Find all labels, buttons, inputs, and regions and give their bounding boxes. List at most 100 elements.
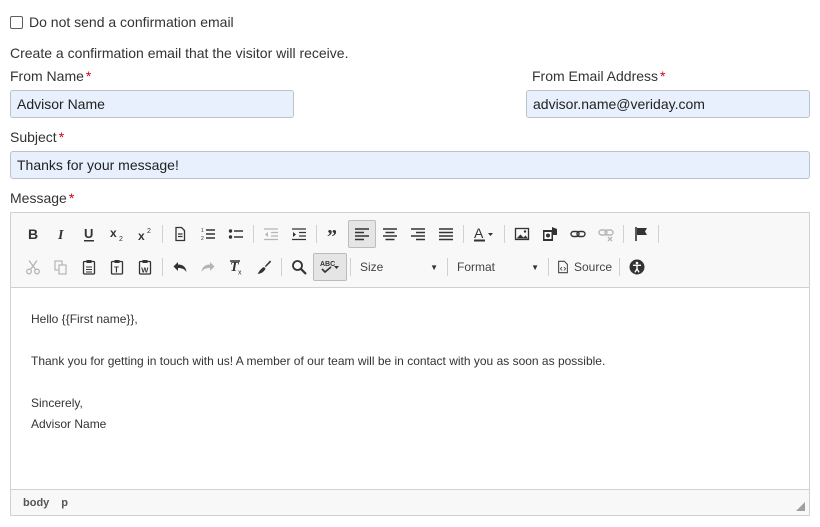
subject-input[interactable]: Thanks for your message! [10,151,810,179]
bold-button[interactable]: B [19,220,47,248]
indent-icon [292,228,306,241]
align-right-button[interactable] [404,220,432,248]
superscript-button[interactable]: x2 [131,220,159,248]
underline-button[interactable]: U [75,220,103,248]
copy-icon [54,260,67,275]
redo-button[interactable] [194,253,222,281]
editor-content[interactable]: Hello {{First name}}, Thank you for gett… [31,309,791,435]
no-confirmation-label[interactable]: Do not send a confirmation email [29,14,234,30]
paste-word-button[interactable]: W [131,253,159,281]
find-button[interactable] [285,253,313,281]
from-name-label-text: From Name [10,68,84,84]
message-label: Message * [10,190,74,206]
required-mark: * [660,68,666,84]
no-confirmation-checkbox-row[interactable]: Do not send a confirmation email [10,13,234,31]
align-left-button[interactable] [348,220,376,248]
remove-format-icon: Tx [230,260,242,276]
subscript-button[interactable]: x2 [103,220,131,248]
required-mark: * [85,68,92,84]
undo-button[interactable] [166,253,194,281]
subscript-icon: x2 [110,226,123,242]
document-icon [175,226,186,242]
source-button[interactable]: Source [552,255,616,279]
align-center-button[interactable] [376,220,404,248]
svg-text:1: 1 [201,228,204,234]
cut-button[interactable] [19,253,47,281]
from-name-input[interactable]: Advisor Name [10,90,294,118]
toolbar-row-1: B I U x2 x2 12 ” A [19,220,662,248]
element-path-body[interactable]: body [23,497,49,509]
size-dropdown[interactable]: Size ▼ [354,255,444,279]
outdent-icon [264,228,278,241]
paste-button[interactable] [75,253,103,281]
remove-format-button[interactable]: Tx [222,253,250,281]
paragraph-button[interactable] [166,220,194,248]
text-color-icon: A [474,226,493,242]
unlink-button[interactable] [592,220,620,248]
copy-formatting-button[interactable] [250,253,278,281]
svg-text:”: ” [327,226,337,242]
toolbar-separator [316,225,317,243]
copy-button[interactable] [47,253,75,281]
from-email-label: From Email Address * [532,68,666,84]
svg-text:x: x [238,270,242,276]
media-button[interactable] [536,220,564,248]
element-path-p[interactable]: p [61,497,68,509]
accessibility-button[interactable] [623,253,651,281]
blockquote-button[interactable]: ” [320,220,348,248]
text-color-button[interactable]: A [467,220,501,248]
svg-text:ABC: ABC [320,261,335,268]
format-dropdown[interactable]: Format ▼ [451,255,545,279]
message-label-text: Message [10,190,67,206]
bulleted-list-icon [228,229,243,239]
intro-text: Create a confirmation email that the vis… [10,45,349,61]
paste-text-button[interactable]: T [103,253,131,281]
bulleted-list-button[interactable] [222,220,250,248]
justify-button[interactable] [432,220,460,248]
rich-text-editor: B I U x2 x2 12 ” A T W T x ABC Size ▼ Fo… [10,212,810,516]
unlink-icon [598,229,614,242]
align-right-icon [411,228,425,241]
indent-button[interactable] [285,220,313,248]
underline-icon: U [84,226,94,242]
editor-statusbar: body p [11,489,809,515]
svg-text:A: A [474,226,484,241]
spellcheck-button[interactable]: ABC [313,253,347,281]
format-dropdown-label: Format [457,260,496,274]
italic-icon: I [57,228,64,242]
link-button[interactable] [564,220,592,248]
paintbrush-icon [257,260,272,274]
toolbar-separator [253,225,254,243]
align-left-icon [355,228,369,241]
required-mark: * [68,190,75,206]
from-email-input[interactable]: advisor.name@veriday.com [526,90,810,118]
toolbar-separator [548,258,549,276]
subject-label-text: Subject [10,129,57,145]
numbered-list-button[interactable]: 12 [194,220,222,248]
quote-icon: ” [327,226,337,242]
image-icon [514,227,530,241]
paste-text-icon: T [110,260,124,275]
svg-text:x: x [110,226,117,240]
accessibility-icon [629,259,645,275]
undo-icon [173,262,187,272]
toolbar-row-2: T W Tx ABC Size ▼ Format ▼ Source [19,253,651,281]
toolbar-separator [658,225,659,243]
required-mark: * [58,129,65,145]
resize-handle-icon[interactable] [796,502,805,511]
outdent-button[interactable] [257,220,285,248]
from-email-label-text: From Email Address [532,68,659,84]
numbered-list-icon: 12 [201,228,215,242]
svg-text:W: W [141,266,149,275]
image-button[interactable] [508,220,536,248]
align-center-icon [383,228,397,241]
paste-word-icon: W [138,260,152,275]
superscript-icon: x2 [138,228,151,242]
no-confirmation-checkbox[interactable] [10,15,23,29]
source-icon [558,260,568,274]
italic-button[interactable]: I [47,220,75,248]
svg-text:x: x [138,229,145,242]
toolbar-separator [623,225,624,243]
anchor-button[interactable] [627,220,655,248]
toolbar-separator [350,258,351,276]
